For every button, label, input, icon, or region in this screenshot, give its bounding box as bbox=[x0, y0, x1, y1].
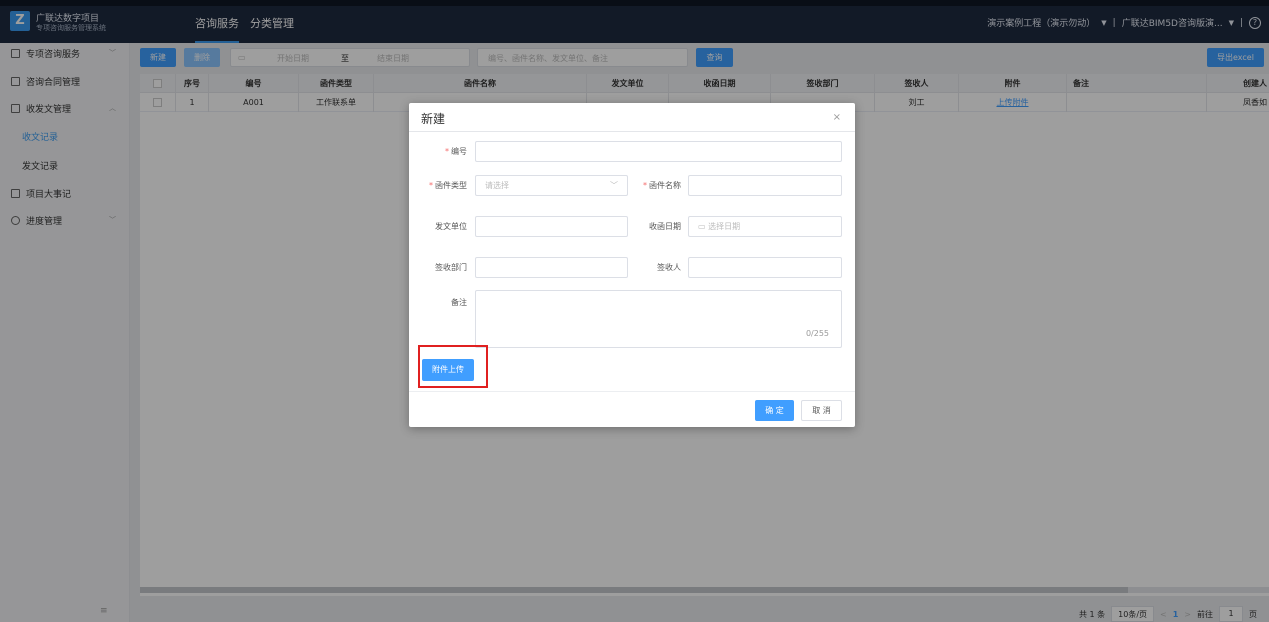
letter-name-input[interactable] bbox=[688, 175, 842, 196]
code-input[interactable] bbox=[475, 141, 842, 162]
divider bbox=[409, 391, 855, 392]
letter-type-select[interactable]: 请选择 ﹀ bbox=[475, 175, 628, 196]
letter-type-label: * 函件类型 bbox=[429, 181, 467, 190]
confirm-button[interactable]: 确 定 bbox=[755, 400, 794, 421]
letter-name-label: * 函件名称 bbox=[643, 181, 681, 190]
receiving-dept-input[interactable] bbox=[475, 257, 628, 278]
code-label: * 编号 bbox=[445, 147, 467, 156]
remark-textarea[interactable]: 0/255 bbox=[475, 290, 842, 348]
close-icon[interactable]: × bbox=[833, 112, 841, 123]
receiver-input[interactable] bbox=[688, 257, 842, 278]
calendar-icon: ▭ bbox=[698, 222, 709, 231]
remark-label: 备注 bbox=[451, 298, 467, 307]
sender-label: 发文单位 bbox=[435, 222, 467, 231]
upload-attachment-button[interactable]: 附件上传 bbox=[422, 359, 474, 381]
char-counter: 0/255 bbox=[805, 329, 829, 338]
receiving-dept-label: 签收部门 bbox=[435, 263, 467, 272]
new-record-dialog: 新建 × * 编号 * 函件类型 请选择 ﹀ * 函件名称 发文单位 收函日期 ▭ 选… bbox=[409, 103, 855, 427]
divider bbox=[409, 131, 855, 132]
cancel-button[interactable]: 取 消 bbox=[801, 400, 842, 421]
receive-date-picker[interactable]: ▭ 选择日期 bbox=[688, 216, 842, 237]
sender-input[interactable] bbox=[475, 216, 628, 237]
receive-date-label: 收函日期 bbox=[649, 222, 681, 231]
receiver-label: 签收人 bbox=[657, 263, 681, 272]
chevron-down-icon: ﹀ bbox=[610, 181, 618, 190]
dialog-title: 新建 bbox=[421, 112, 446, 126]
